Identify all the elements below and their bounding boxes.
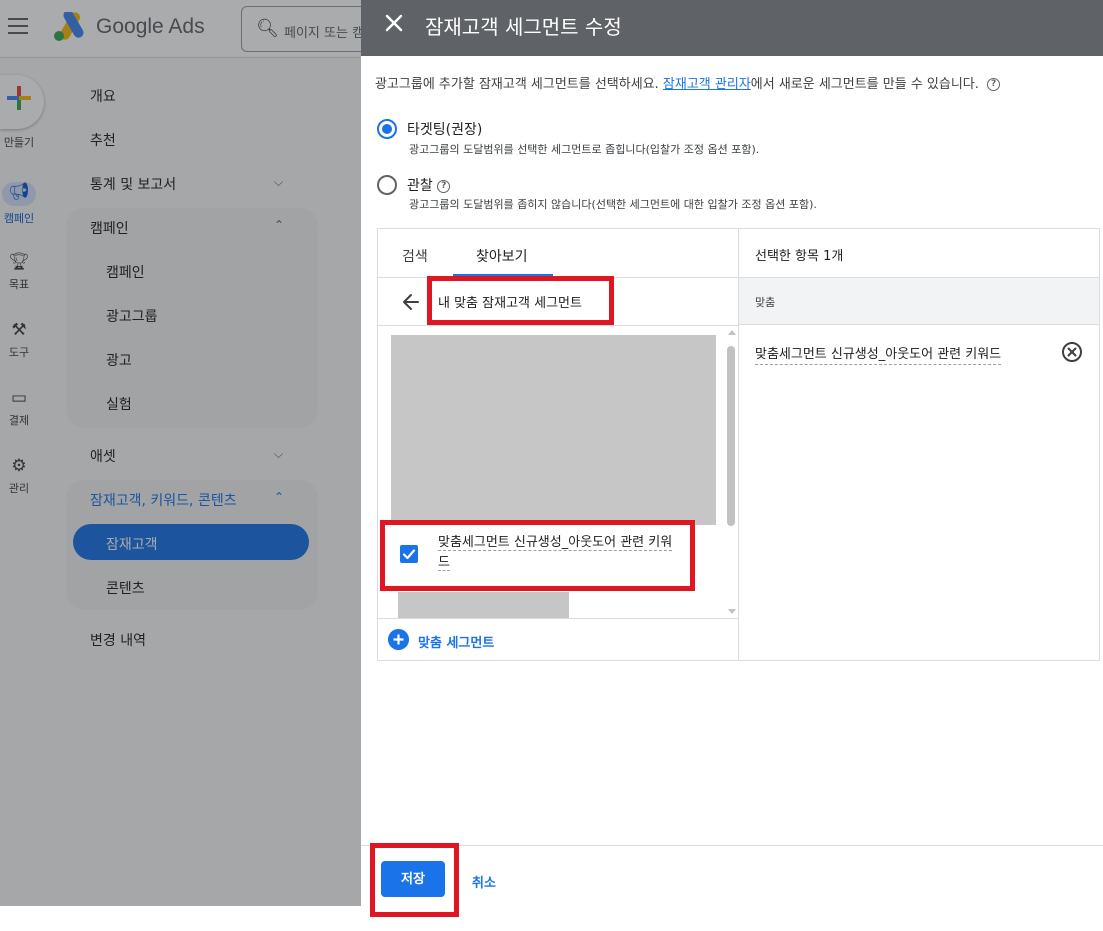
scrollbar-thumb[interactable] [727,346,735,526]
scroll-up-icon[interactable] [728,330,736,335]
targeting-description: 광고그룹의 도달범위를 선택한 세그먼트로 좁힙니다(입찰가 조정 옵션 포함)… [409,143,760,156]
redacted-area [391,335,716,525]
targeting-label: 타겟팅(권장) [407,122,483,138]
selected-pane: 선택한 항목 1개 맞춤 맞춤세그먼트 신규생성_아웃도어 관련 키워드 [739,229,1099,660]
selected-count: 선택한 항목 1개 [755,249,844,264]
redacted-area [398,592,569,618]
back-arrow-icon[interactable] [400,291,422,313]
help-icon[interactable]: ? [437,179,451,193]
add-segment-label: 맞춤 세그먼트 [418,636,495,651]
selected-item-label: 맞춤세그먼트 신규생성_아웃도어 관련 키워드 [755,343,1002,365]
highlight-box-save [370,843,459,917]
cancel-button[interactable]: 취소 [472,872,496,891]
observation-label: 관찰 ? [407,175,451,195]
highlight-box-item [380,520,695,591]
tab-search[interactable]: 검색 [402,246,428,266]
edit-audience-dialog: 잠재고객 세그먼트 수정 광고그룹에 추가할 잠재고객 세그먼트를 선택하세요.… [361,0,1103,931]
add-custom-segment-button[interactable]: 맞춤 세그먼트 [378,618,738,660]
dialog-header: 잠재고객 세그먼트 수정 [361,0,1103,56]
audience-manager-link[interactable]: 잠재고객 관리자 [663,77,751,92]
selected-group-label: 맞춤 [755,296,776,309]
observation-radio[interactable] [377,175,397,195]
intro-text-after: 에서 새로운 세그먼트를 만들 수 있습니다. [750,77,979,92]
selected-group-header: 맞춤 [739,277,1099,325]
observation-description: 광고그룹의 도달범위를 좁히지 않습니다(선택한 세그먼트에 대한 입찰가 조정… [409,198,817,211]
modal-backdrop[interactable] [0,0,361,906]
tab-browse[interactable]: 찾아보기 [476,246,528,266]
targeting-radio[interactable] [377,119,397,139]
scrollbar[interactable] [726,326,738,618]
dialog-intro: 광고그룹에 추가할 잠재고객 세그먼트를 선택하세요. 잠재고객 관리자에서 새… [375,73,1001,92]
add-circle-icon [388,629,409,650]
highlight-box-folder [427,276,614,325]
intro-text: 광고그룹에 추가할 잠재고객 세그먼트를 선택하세요. [375,77,663,92]
close-icon[interactable] [383,12,405,34]
help-icon[interactable]: ? [987,78,1001,91]
scroll-down-icon[interactable] [728,609,736,614]
remove-circle-icon[interactable] [1061,341,1083,363]
dialog-title: 잠재고객 세그먼트 수정 [425,15,622,39]
footer-divider [361,845,1103,846]
